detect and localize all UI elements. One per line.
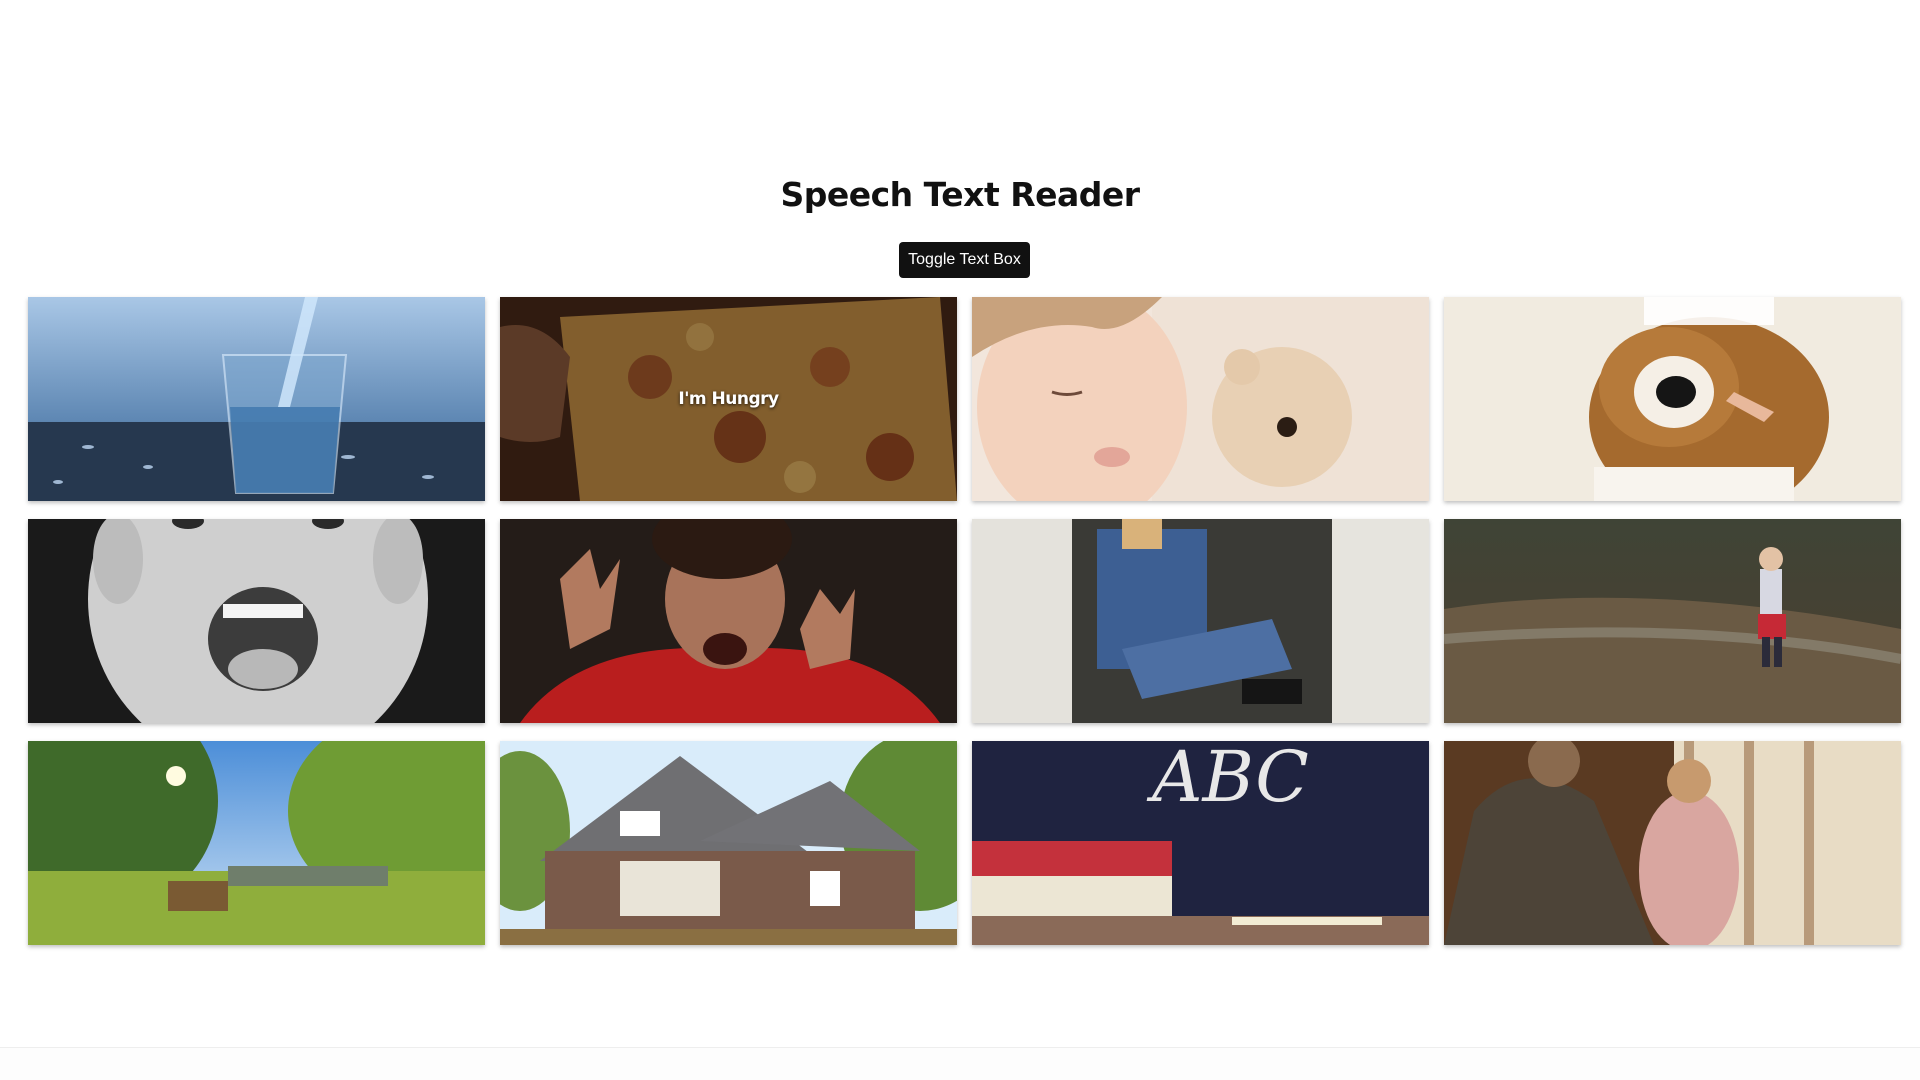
footer-bar bbox=[0, 1047, 1920, 1080]
card-angry[interactable] bbox=[500, 519, 957, 723]
chalkboard-image: ABC bbox=[972, 741, 1429, 945]
toggle-text-box-button[interactable]: Toggle Text Box bbox=[899, 242, 1030, 278]
card-mom[interactable] bbox=[1444, 741, 1901, 945]
card-hungry[interactable]: I'm Hungry bbox=[500, 297, 957, 501]
page-title: Speech Text Reader bbox=[780, 175, 1140, 214]
card-school[interactable]: ABC bbox=[972, 741, 1429, 945]
card-tired[interactable] bbox=[972, 297, 1429, 501]
card-outside[interactable] bbox=[28, 741, 485, 945]
card-sad[interactable] bbox=[972, 519, 1429, 723]
angry-child-image bbox=[500, 519, 957, 723]
mother-child-image bbox=[1444, 741, 1901, 945]
teddy-bear-image bbox=[1444, 297, 1901, 501]
card-caption: I'm Hungry bbox=[678, 389, 779, 409]
excited-boy-image bbox=[28, 519, 485, 723]
chalkboard-text: ABC bbox=[1146, 741, 1309, 818]
card-happy[interactable] bbox=[28, 519, 485, 723]
girl-outdoors-image bbox=[1444, 519, 1901, 723]
sleeping-child-image bbox=[972, 297, 1429, 501]
page: Speech Text Reader Toggle Text Box I'm H… bbox=[0, 0, 1920, 1080]
image-grid: I'm Hungry ABC bbox=[28, 297, 1902, 945]
card-hurt[interactable] bbox=[1444, 297, 1901, 501]
card-home[interactable] bbox=[500, 741, 957, 945]
house-image bbox=[500, 741, 957, 945]
card-drink[interactable] bbox=[28, 297, 485, 501]
water-glass-image bbox=[28, 297, 485, 501]
park-image bbox=[28, 741, 485, 945]
sad-child-image bbox=[972, 519, 1429, 723]
card-scared[interactable] bbox=[1444, 519, 1901, 723]
